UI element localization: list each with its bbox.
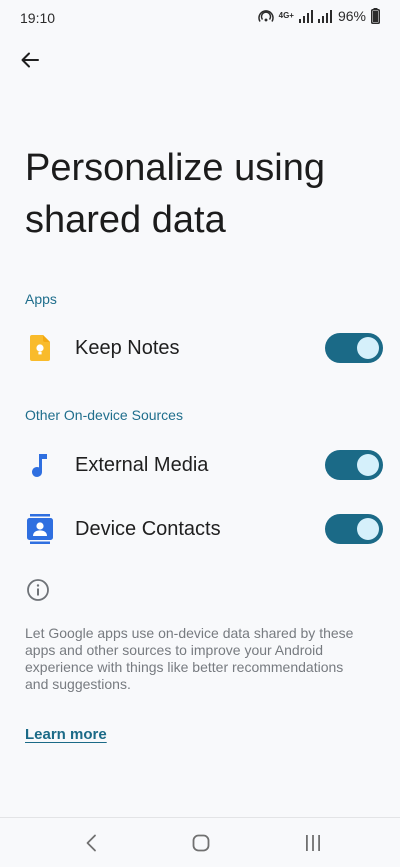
signal-icon-secondary	[317, 9, 332, 23]
keep-notes-icon	[25, 333, 55, 363]
nav-recents-button[interactable]	[298, 831, 328, 855]
signal-icon	[298, 9, 313, 23]
arrow-back-icon	[21, 52, 39, 68]
toggle-row-external-media[interactable]: External Media	[0, 437, 400, 493]
row-label-external-media: External Media	[75, 453, 209, 476]
contacts-icon	[25, 514, 55, 544]
home-icon	[192, 834, 210, 852]
status-time: 19:10	[20, 10, 56, 26]
chevron-left-icon	[86, 834, 96, 852]
back-button[interactable]	[14, 44, 46, 76]
learn-more-link[interactable]: Learn more	[25, 726, 107, 743]
page-title: Personalize using shared data	[25, 147, 325, 241]
nav-back-button[interactable]	[76, 831, 106, 855]
status-bar: 19:10 4G+ 96%	[0, 0, 400, 36]
description-text: Let Google apps use on-device data share…	[25, 625, 354, 692]
hotspot-icon	[257, 9, 274, 23]
battery-icon	[371, 8, 380, 24]
battery-percent: 96%	[337, 8, 366, 24]
status-icons: 4G+ 96%	[257, 8, 380, 24]
navigation-bar	[0, 817, 400, 867]
device-contacts-toggle[interactable]	[325, 514, 383, 544]
network-type-label: 4G+	[278, 11, 294, 20]
section-header-other-sources: Other On-device Sources	[25, 407, 183, 423]
toggle-row-device-contacts[interactable]: Device Contacts	[0, 501, 400, 557]
row-label-keep-notes: Keep Notes	[75, 336, 180, 359]
external-media-toggle[interactable]	[325, 450, 383, 480]
music-note-icon	[25, 450, 55, 480]
info-icon	[26, 578, 50, 602]
keep-notes-toggle[interactable]	[325, 333, 383, 363]
toggle-knob	[357, 337, 379, 359]
toggle-row-keep-notes[interactable]: Keep Notes	[0, 320, 400, 376]
toggle-knob	[357, 518, 379, 540]
toggle-knob	[357, 454, 379, 476]
nav-home-button[interactable]	[186, 831, 216, 855]
row-label-device-contacts: Device Contacts	[75, 517, 221, 540]
screen: 19:10 4G+ 96% Personalize using shared d…	[0, 0, 400, 867]
section-header-apps: Apps	[25, 291, 57, 307]
recents-icon	[306, 835, 320, 851]
